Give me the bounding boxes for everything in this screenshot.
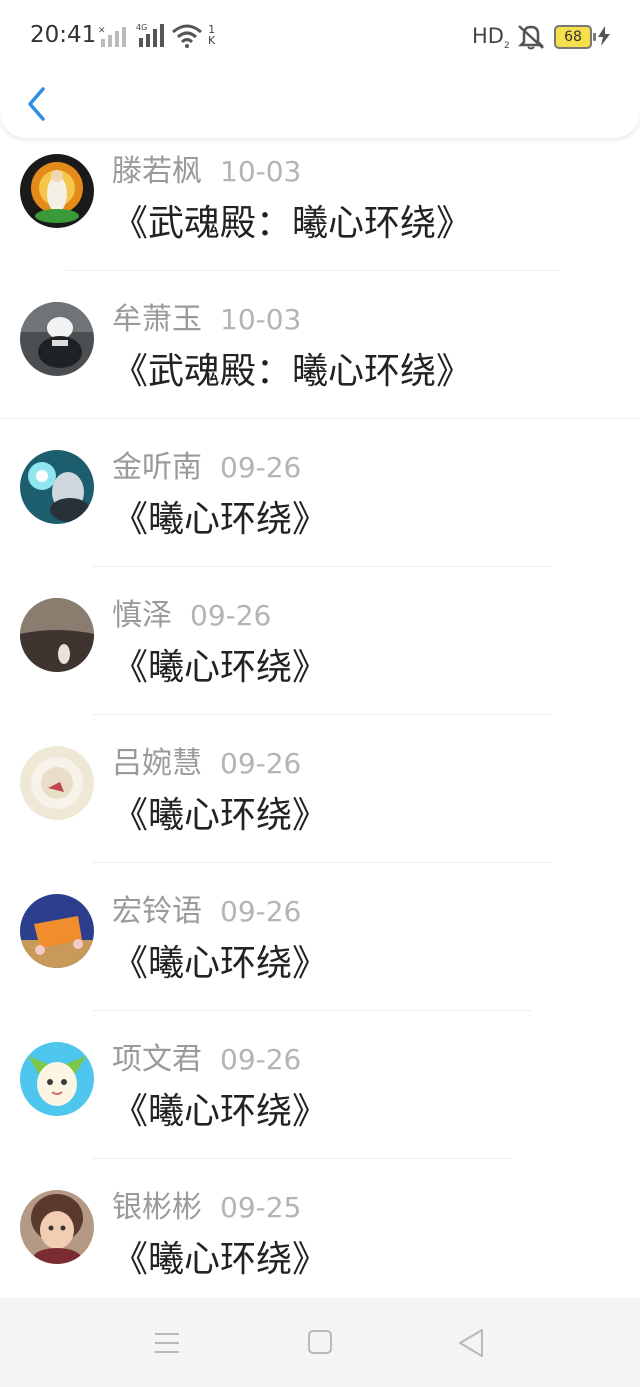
network-speed: 1 K <box>208 23 216 47</box>
signal-x-icon: ✕ <box>98 26 126 47</box>
avatar <box>20 1190 94 1264</box>
hd-voice-indicator: HD2 <box>472 24 510 52</box>
comment-author: 慎泽 09-26 <box>112 598 272 633</box>
home-icon[interactable] <box>306 1328 334 1356</box>
comment-date: 09-26 <box>220 895 302 928</box>
comment-date: 09-25 <box>220 1191 302 1224</box>
comment-date: 10-03 <box>220 155 302 188</box>
list-item[interactable]: 滕若枫 10-03 《武魂殿：曦心环绕》 <box>0 132 640 280</box>
signal-4g-icon: 4G <box>136 23 164 47</box>
comment-text: 《武魂殿：曦心环绕》 <box>112 351 473 392</box>
list-item[interactable]: 吕婉慧 09-26 《曦心环绕》 <box>0 724 640 872</box>
divider <box>92 1158 512 1159</box>
status-bar: 20:41 ✕ 4G 1 K HD2 68 <box>0 0 640 72</box>
comment-author: 银彬彬 09-25 <box>112 1190 302 1225</box>
list-item[interactable]: 宏铃语 09-26 《曦心环绕》 <box>0 872 640 1020</box>
avatar <box>20 598 94 672</box>
mute-vibrate-icon <box>517 25 545 50</box>
charging-icon <box>598 26 610 46</box>
avatar <box>20 154 94 228</box>
comment-date: 10-03 <box>220 303 302 336</box>
avatar <box>20 746 94 820</box>
comment-date: 09-26 <box>190 599 272 632</box>
battery-icon: 68 <box>554 25 596 49</box>
list-item[interactable]: 银彬彬 09-25 《曦心环绕》 <box>0 1168 640 1316</box>
divider <box>92 566 552 567</box>
comment-author: 项文君 09-26 <box>112 1042 302 1077</box>
svg-text:4G: 4G <box>136 23 147 32</box>
comment-text: 《曦心环绕》 <box>112 647 329 688</box>
avatar <box>20 1042 94 1116</box>
avatar <box>20 302 94 376</box>
comment-text: 《曦心环绕》 <box>112 499 329 540</box>
divider <box>92 1010 532 1011</box>
comment-text: 《曦心环绕》 <box>112 795 329 836</box>
comment-author: 牟萧玉 10-03 <box>112 302 302 337</box>
top-header: 20:41 ✕ 4G 1 K HD2 68 <box>0 0 640 138</box>
back-triangle-icon[interactable] <box>456 1327 486 1359</box>
comment-text: 《曦心环绕》 <box>112 1091 329 1132</box>
wifi-icon <box>172 24 202 48</box>
comment-author: 宏铃语 09-26 <box>112 894 302 929</box>
status-time: 20:41 <box>30 22 97 48</box>
comment-author: 吕婉慧 09-26 <box>112 746 302 781</box>
divider <box>92 862 552 863</box>
comment-text: 《曦心环绕》 <box>112 943 329 984</box>
menu-icon[interactable] <box>152 1330 182 1356</box>
comment-date: 09-26 <box>220 747 302 780</box>
list-item[interactable]: 牟萧玉 10-03 《武魂殿：曦心环绕》 <box>0 280 640 428</box>
divider <box>0 418 640 419</box>
avatar <box>20 450 94 524</box>
divider <box>92 714 552 715</box>
comment-text: 《武魂殿：曦心环绕》 <box>112 203 473 244</box>
list-item[interactable]: 金听南 09-26 《曦心环绕》 <box>0 428 640 576</box>
comment-text: 《曦心环绕》 <box>112 1239 329 1280</box>
divider <box>66 270 560 271</box>
comment-author: 金听南 09-26 <box>112 450 302 485</box>
comment-author: 滕若枫 10-03 <box>112 154 302 189</box>
svg-text:✕: ✕ <box>98 26 106 36</box>
list-item[interactable]: 项文君 09-26 《曦心环绕》 <box>0 1020 640 1168</box>
list-item[interactable]: 慎泽 09-26 《曦心环绕》 <box>0 576 640 724</box>
comment-date: 09-26 <box>220 1043 302 1076</box>
comment-date: 09-26 <box>220 451 302 484</box>
chevron-left-icon[interactable] <box>24 86 50 122</box>
avatar <box>20 894 94 968</box>
